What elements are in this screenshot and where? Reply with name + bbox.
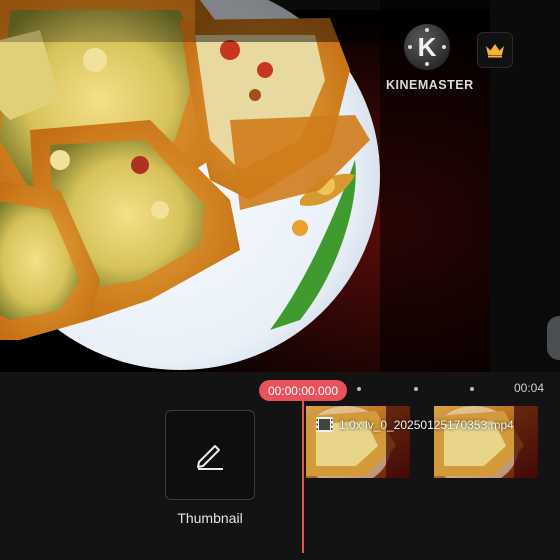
premium-button[interactable] (477, 32, 513, 68)
logo-dot (442, 45, 446, 49)
pen-icon (197, 445, 223, 470)
logo-dot (425, 28, 429, 32)
ruler-tick (357, 387, 361, 391)
thumbnail-button[interactable] (165, 410, 255, 500)
ruler-tick (470, 387, 474, 391)
clip-label: 1.0x lv_0_20250125170353.mp4 (316, 417, 514, 432)
kinemaster-logo-icon: K (404, 24, 450, 70)
logo-dot (425, 62, 429, 66)
ruler-end-label: 00:04 (514, 381, 545, 395)
clip-filename: 1.0x lv_0_20250125170353.mp4 (339, 417, 514, 432)
side-panel-handle[interactable] (547, 316, 560, 360)
playhead-line[interactable] (302, 401, 304, 553)
kinemaster-watermark-text: KINEMASTER (386, 78, 474, 92)
crown-icon (486, 44, 504, 58)
video-preview[interactable]: K KINEMASTER (0, 0, 560, 372)
timeline-panel: 00:00:00.000 00:04 Thumbnail 1.0x lv_0_2… (0, 372, 560, 560)
playhead-time: 00:00:00.000 (259, 380, 347, 401)
logo-letter: K (417, 31, 437, 62)
ruler-tick (414, 387, 418, 391)
film-icon (316, 417, 333, 432)
thumbnail-label: Thumbnail (177, 510, 243, 526)
logo-dot (408, 45, 412, 49)
